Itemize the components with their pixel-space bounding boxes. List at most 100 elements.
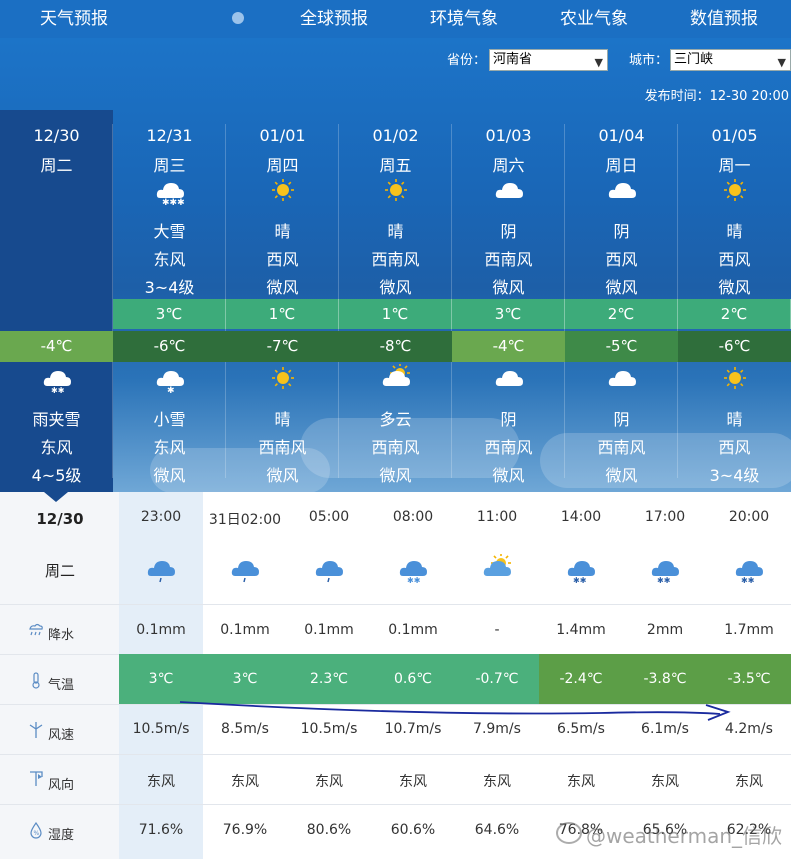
svg-text:✱✱✱: ✱✱✱ [162,198,185,206]
low-temperature: -6℃ [678,331,791,362]
svg-text:✱: ✱ [167,386,175,394]
hour-time: 23:00 [140,509,182,525]
nav-separator-icon [232,12,244,24]
day-weather-text: 阴 [613,222,630,241]
day-wind-level: 微风 [379,278,412,297]
weibo-logo-icon [556,822,582,844]
night-wind-level: 微风 [153,466,186,485]
night-wind-direction: 西南风 [597,438,646,457]
nav-weather-forecast[interactable]: 天气预报 [40,0,108,38]
hour-wind-direction: 东风 [399,774,427,790]
low-temperature: -7℃ [226,331,339,362]
partly-cloudy-icon [380,363,412,392]
selected-day-pointer-icon [44,492,68,502]
hour-precipitation: 0.1mm [136,622,186,638]
hourly-date: 12/30 [36,510,84,528]
top-nav: 天气预报 全球预报 环境气象 农业气象 数值预报 [0,0,791,38]
svg-text:✱✱: ✱✱ [51,386,65,394]
high-temperature: 2℃ [678,299,791,329]
hour-temperature: 0.6℃ [371,654,455,704]
chevron-down-icon: ▼ [777,56,786,69]
light-snow-icon: ✱ [154,364,186,396]
snow-icon: ✱✱ [565,554,597,588]
day-wind-level: 微风 [266,278,299,297]
hour-humidity: 76.9% [222,822,268,838]
night-weather-text: 小雪 [153,410,186,429]
hour-wind-speed: 8.5m/s [221,721,269,737]
night-weather-text: 多云 [379,410,412,429]
day-wind-direction: 西南风 [484,250,533,269]
day-date: 01/01 [259,126,306,145]
wind-turbine-icon [29,722,43,738]
day-weather-text: 晴 [387,222,404,241]
hour-time: 14:00 [560,509,602,525]
day-wind-direction: 东风 [153,250,186,269]
snow-icon: ✱✱ [733,554,765,588]
nav-numerical-forecast[interactable]: 数值预报 [690,0,758,38]
hour-wind-speed: 6.1m/s [641,721,689,737]
night-wind-level: 4~5级 [31,466,82,485]
night-wind-direction: 东风 [40,438,73,457]
publish-time: 发布时间：12-30 20:00 [644,89,789,104]
hour-temperature: -2.4℃ [539,654,623,704]
day-weekday: 周日 [605,156,638,175]
overcast-icon [493,364,525,392]
day-wind-level: 微风 [718,278,751,297]
hour-humidity: 64.6% [474,822,520,838]
day-weather-text: 晴 [274,222,291,241]
day-weekday: 周一 [718,156,751,175]
partly-cloudy-icon [481,553,513,588]
city-select[interactable]: 三门峡 ▼ [670,49,791,71]
hour-wind-direction: 东风 [651,774,679,790]
day-date: 01/03 [485,126,532,145]
day-wind-direction: 西南风 [371,250,420,269]
hour-wind-speed: 7.9m/s [473,721,521,737]
province-select[interactable]: 河南省 ▼ [489,49,608,71]
hour-wind-direction: 东风 [735,774,763,790]
night-weather-text: 晴 [726,410,743,429]
wind-vane-icon [30,771,43,786]
night-wind-direction: 西风 [718,438,751,457]
day-date: 12/31 [146,126,193,145]
hour-wind-direction: 东风 [483,774,511,790]
day-wind-direction: 西风 [266,250,299,269]
sleet-icon: ✱✱ [41,364,73,395]
day-weekday: 周五 [379,156,412,175]
overcast-icon [606,364,638,392]
day-wind-direction: 西风 [605,250,638,269]
hour-precipitation: 1.4mm [556,622,606,638]
row-label-wind-direction: 风向 [48,778,75,793]
hour-wind-direction: 东风 [147,774,175,790]
day-weather-text: 晴 [726,222,743,241]
hour-wind-direction: 东风 [231,774,259,790]
low-temperature: -6℃ [113,331,226,362]
row-divider [0,804,791,805]
hour-precipitation: 0.1mm [220,622,270,638]
precipitation-icon [29,623,43,636]
day-weather-text: 阴 [500,222,517,241]
night-wind-direction: 西南风 [371,438,420,457]
night-wind-direction: 西南风 [484,438,533,457]
hour-wind-speed: 10.5m/s [132,721,190,737]
day-weekday: 周四 [266,156,299,175]
row-divider [0,754,791,755]
hourly-weekday: 周二 [44,562,75,580]
city-label: 城市： [629,53,669,68]
sunny-icon [719,364,751,392]
nav-environment-weather[interactable]: 环境气象 [430,0,498,38]
hour-wind-speed: 10.7m/s [384,721,442,737]
hour-temperature: -3.5℃ [707,654,791,704]
night-wind-level: 微风 [266,466,299,485]
overcast-icon [606,176,638,204]
day-wind-level: 微风 [492,278,525,297]
hour-time: 05:00 [308,509,350,525]
sunny-icon [380,176,412,204]
low-temperature: -4℃ [452,331,565,362]
nav-global-forecast[interactable]: 全球预报 [300,0,368,38]
day-column-today[interactable]: 12/30 周二 ✱✱ 雨夹雪 东风 4~5级 [0,110,113,492]
high-temp-band: 3℃ 1℃ 1℃ 3℃ 2℃ 2℃ [113,299,791,329]
svg-text:✱✱: ✱✱ [573,576,587,584]
chevron-down-icon: ▼ [594,56,603,69]
day-wind-level: 3~4级 [144,278,195,297]
nav-agriculture-weather[interactable]: 农业气象 [560,0,628,38]
